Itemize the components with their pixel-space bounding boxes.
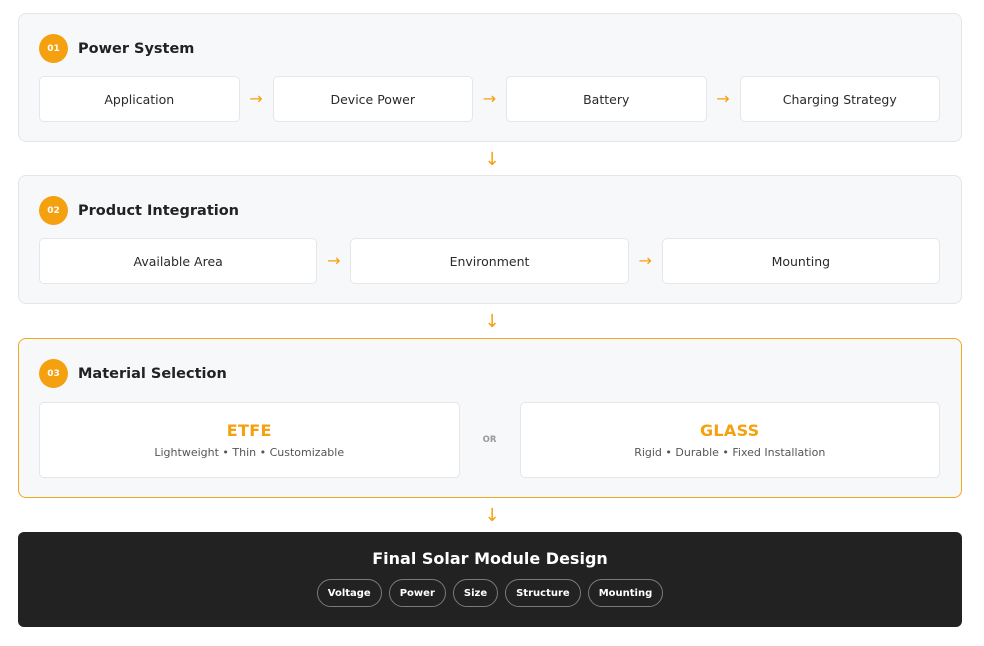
- arrow-down-icon: ↓: [484, 311, 500, 332]
- material-name: ETFE: [226, 421, 272, 440]
- final-design-panel: Final Solar Module Design Voltage Power …: [18, 532, 962, 627]
- material-option-etfe: ETFE Lightweight • Thin • Customizable: [39, 402, 460, 478]
- section-title: Power System: [78, 40, 195, 57]
- step-number-badge: 03: [39, 359, 68, 388]
- tag-voltage: Voltage: [316, 579, 382, 607]
- step-flow: Available Area → Environment → Mounting: [39, 238, 940, 284]
- section-header: 03 Material Selection: [39, 359, 227, 388]
- arrow-down-icon: ↓: [484, 505, 500, 526]
- arrow-down-icon: ↓: [484, 149, 500, 170]
- step-charging-strategy: Charging Strategy: [739, 76, 940, 122]
- material-option-glass: GLASS Rigid • Durable • Fixed Installati…: [519, 402, 940, 478]
- tag-size: Size: [452, 579, 499, 607]
- step-mounting: Mounting: [661, 238, 940, 284]
- arrow-right-icon: →: [638, 251, 652, 270]
- or-separator: OR: [482, 435, 497, 445]
- tag-structure: Structure: [505, 579, 581, 607]
- step-environment: Environment: [350, 238, 629, 284]
- step-number-badge: 02: [39, 196, 68, 225]
- material-description: Rigid • Durable • Fixed Installation: [634, 446, 826, 459]
- arrow-right-icon: →: [716, 89, 730, 108]
- tag-mounting: Mounting: [587, 579, 664, 607]
- step-number-badge: 01: [39, 34, 68, 63]
- material-options: ETFE Lightweight • Thin • Customizable O…: [39, 402, 940, 478]
- step-application: Application: [39, 76, 240, 122]
- step-flow: Application → Device Power → Battery → C…: [39, 76, 940, 122]
- section-product-integration: 02 Product Integration Available Area → …: [18, 175, 962, 304]
- arrow-right-icon: →: [249, 89, 263, 108]
- step-battery: Battery: [506, 76, 707, 122]
- spec-tags: Voltage Power Size Structure Mounting: [18, 579, 962, 607]
- section-header: 01 Power System: [39, 34, 194, 63]
- step-device-power: Device Power: [272, 76, 473, 122]
- final-title: Final Solar Module Design: [372, 549, 608, 568]
- section-material-selection: 03 Material Selection ETFE Lightweight •…: [18, 338, 962, 498]
- tag-power: Power: [388, 579, 446, 607]
- arrow-right-icon: →: [482, 89, 497, 108]
- section-title: Product Integration: [78, 202, 240, 219]
- material-description: Lightweight • Thin • Customizable: [154, 446, 345, 459]
- step-available-area: Available Area: [39, 238, 318, 284]
- section-header: 02 Product Integration: [39, 196, 239, 225]
- section-title: Material Selection: [78, 365, 227, 382]
- material-name: GLASS: [699, 421, 760, 440]
- arrow-right-icon: →: [327, 251, 341, 270]
- section-power-system: 01 Power System Application → Device Pow…: [18, 13, 962, 142]
